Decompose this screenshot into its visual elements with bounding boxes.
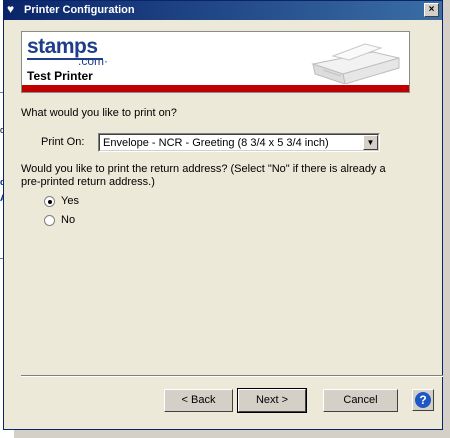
stamps-logo-suffix: .com· — [78, 54, 108, 68]
radio-button-icon[interactable] — [44, 196, 55, 207]
help-button[interactable]: ? — [412, 389, 434, 411]
app-icon: ♥ — [7, 2, 15, 16]
banner-stripe — [22, 85, 409, 92]
radio-yes[interactable]: Yes — [44, 195, 104, 209]
print-on-dropdown[interactable]: Envelope - NCR - Greeting (8 3/4 x 5 3/4… — [98, 133, 380, 152]
back-button[interactable]: < Back — [164, 389, 233, 412]
radio-yes-label: Yes — [61, 195, 79, 207]
printer-illustration — [311, 43, 400, 84]
window-title: Printer Configuration — [24, 4, 135, 16]
printer-configuration-dialog: ♥ Printer Configuration × stamps .com· T… — [3, 0, 443, 430]
footer-separator — [21, 375, 443, 377]
return-address-question-continued: pre-printed return address.) — [21, 176, 155, 188]
chevron-down-icon[interactable]: ▼ — [363, 135, 378, 150]
radio-no[interactable]: No — [44, 214, 104, 228]
radio-button-icon[interactable] — [44, 215, 55, 226]
cancel-button[interactable]: Cancel — [323, 389, 398, 412]
next-button[interactable]: Next > — [237, 388, 307, 413]
help-icon: ? — [415, 392, 431, 408]
print-on-label: Print On: — [41, 136, 85, 148]
radio-no-label: No — [61, 214, 76, 226]
close-button[interactable]: × — [424, 3, 439, 17]
stamps-banner: stamps .com· Test Printer — [21, 31, 410, 93]
title-bar[interactable]: ♥ Printer Configuration × — [4, 1, 442, 20]
banner-title: Test Printer — [27, 69, 93, 83]
print-question: What would you like to print on? — [21, 107, 177, 119]
print-on-value: Envelope - NCR - Greeting (8 3/4 x 5 3/4… — [103, 137, 329, 149]
return-address-question: Would you like to print the return addre… — [21, 163, 386, 175]
